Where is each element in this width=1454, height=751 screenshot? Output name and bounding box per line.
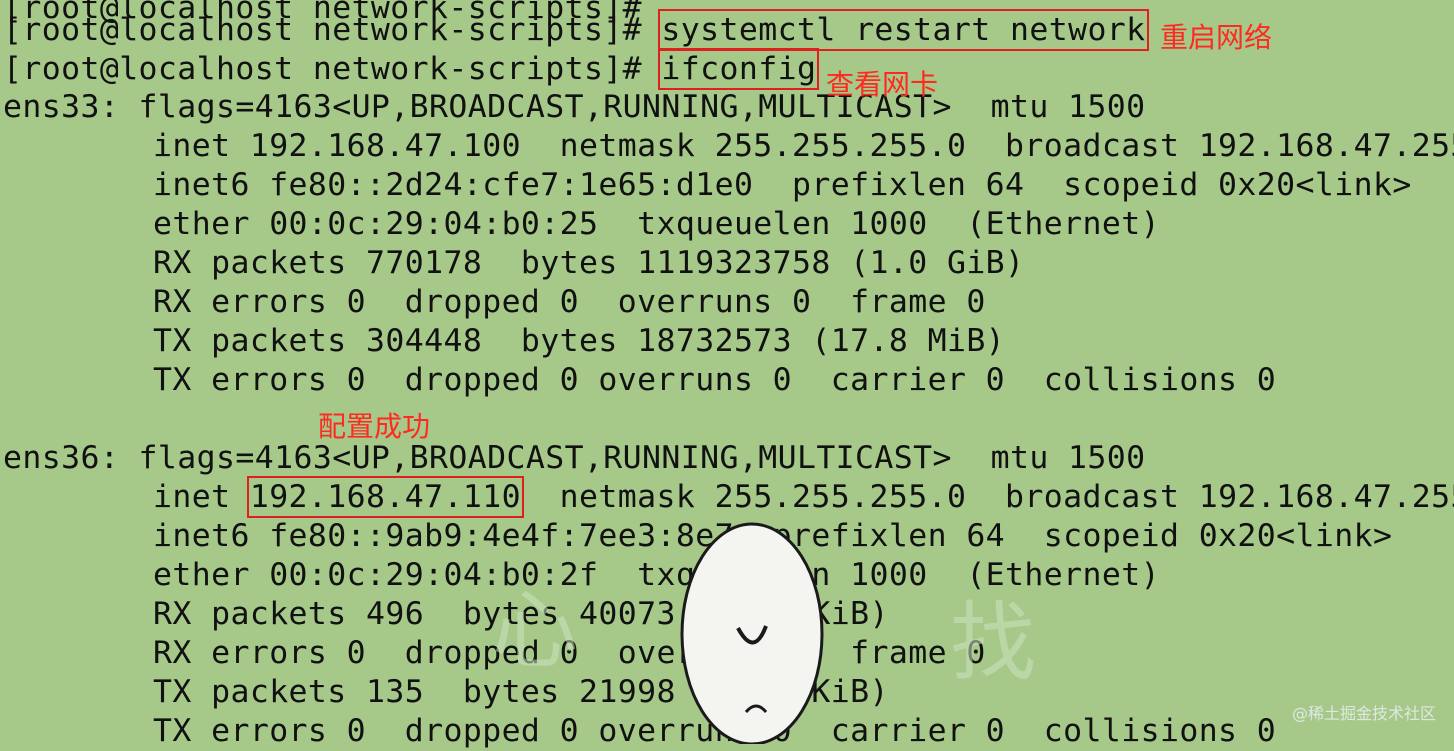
annotation-config-success: 配置成功	[318, 410, 431, 443]
ens33-inet-line: inet 192.168.47.100 netmask 255.255.255.…	[153, 128, 1454, 164]
watermark: @稀土掘金技术社区	[1291, 704, 1436, 723]
shell-prompt: [root@localhost network-scripts]#	[3, 12, 643, 48]
ens33-rx-packets-line: RX packets 770178 bytes 1119323758 (1.0 …	[153, 245, 1025, 281]
annotation-view-nic: 查看网卡	[826, 68, 939, 101]
shell-prompt: [root@localhost network-scripts]#	[3, 51, 643, 87]
sticker-text-right: 找	[950, 593, 1036, 693]
ens33-tx-errors-line: TX errors 0 dropped 0 overruns 0 carrier…	[153, 362, 1277, 398]
ens36-flags-line: ens36: flags=4163<UP,BROADCAST,RUNNING,M…	[3, 440, 1146, 476]
ens33-ether-line: ether 00:0c:29:04:b0:25 txqueuelen 1000 …	[153, 206, 1160, 242]
ens33-tx-packets-line: TX packets 304448 bytes 18732573 (17.8 M…	[153, 323, 1006, 359]
command-ifconfig: ifconfig	[658, 48, 820, 90]
annotation-restart-network: 重启网络	[1160, 21, 1273, 54]
ens33-inet6-line: inet6 fe80::2d24:cfe7:1e65:d1e0 prefixle…	[153, 167, 1412, 203]
sticker-text-left: 心	[492, 581, 578, 681]
ens33-flags-line: ens33: flags=4163<UP,BROADCAST,RUNNING,M…	[3, 89, 1146, 125]
mascot-sticker	[680, 522, 824, 744]
terminal-line-prompt-restart: [root@localhost network-scripts]# system…	[3, 9, 1149, 51]
command-systemctl-restart: systemctl restart network	[658, 9, 1149, 51]
ens33-rx-errors-line: RX errors 0 dropped 0 overruns 0 frame 0	[153, 284, 986, 320]
ens36-ip-highlight: 192.168.47.110	[246, 476, 524, 518]
terminal-line-prompt-ifconfig: [root@localhost network-scripts]# ifconf…	[3, 48, 820, 90]
